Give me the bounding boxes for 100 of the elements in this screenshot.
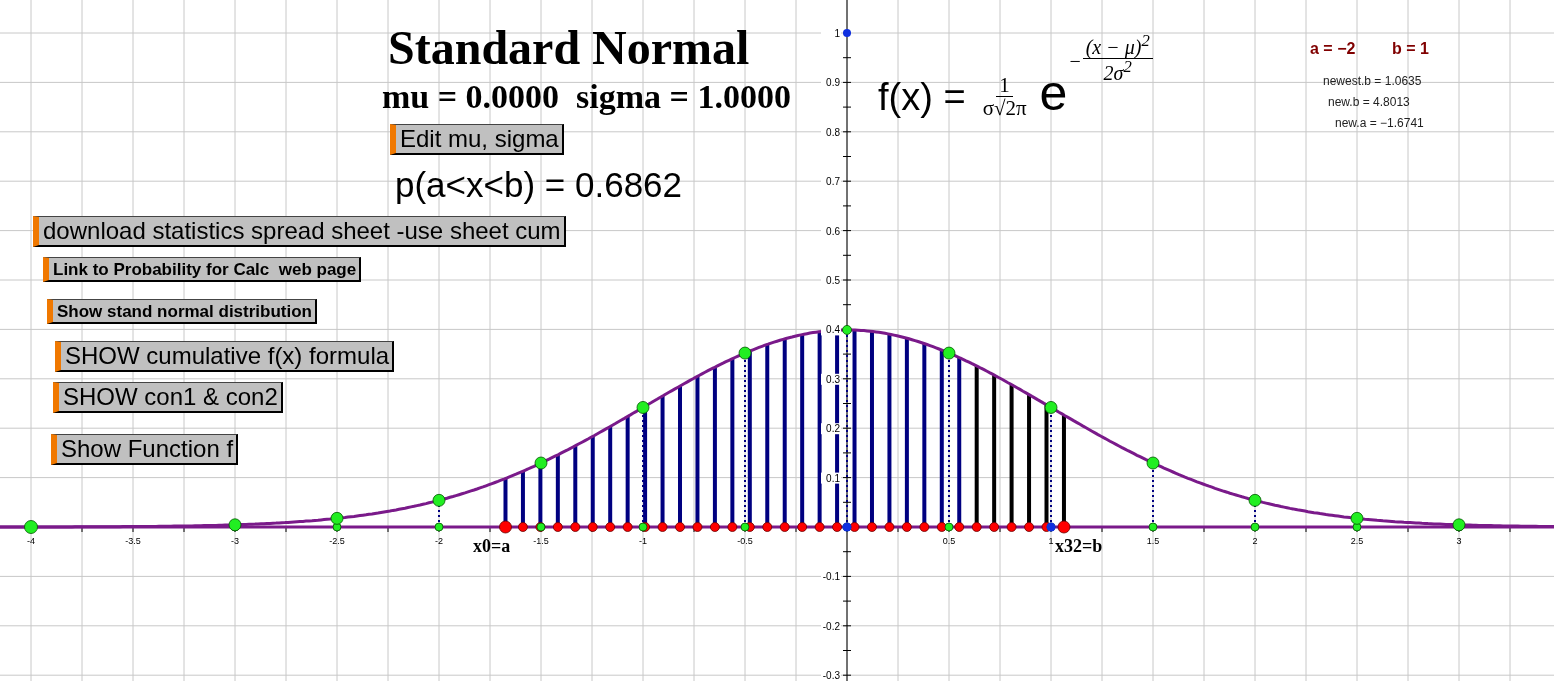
axis-point — [936, 522, 947, 532]
curve-point — [1146, 456, 1160, 470]
curve-point — [1350, 511, 1364, 525]
axis-point — [552, 522, 563, 532]
axis-label: -0.5 — [737, 536, 753, 546]
axis-point — [954, 522, 965, 532]
axis-label: 0.1 — [821, 472, 841, 484]
axis-point — [919, 522, 930, 532]
value-label: newest.b = 1.0635 — [1323, 74, 1422, 88]
curve-point — [432, 493, 446, 507]
axis-point — [638, 522, 648, 532]
axis-point — [797, 522, 808, 532]
axis-point — [1006, 522, 1017, 532]
exponent-numerator: (x − μ)$^{2}$ — [1082, 32, 1153, 59]
axis-point — [692, 522, 703, 532]
action-button[interactable]: Show stand normal distribution — [47, 299, 317, 324]
axis-point — [675, 522, 685, 532]
axis-point — [843, 29, 851, 37]
value-label: new.b = 4.8013 — [1328, 95, 1410, 109]
parameters-text: mu = 0.0000 sigma = 1.0000 — [382, 78, 791, 116]
axis-point — [884, 522, 895, 532]
curve-point — [330, 511, 344, 525]
axis-label: 0.2 — [821, 423, 841, 435]
exponent-sign: − — [1069, 50, 1081, 73]
curve-point — [1044, 401, 1058, 414]
axis-point — [971, 522, 982, 532]
formula-numerator: 1 — [996, 74, 1013, 98]
curve-point — [942, 346, 956, 360]
axis-point — [518, 522, 528, 532]
axis-point — [622, 522, 633, 532]
curve-point — [636, 401, 650, 414]
axis-point — [536, 522, 546, 532]
edit-button[interactable]: Edit mu, sigma — [390, 124, 564, 155]
bound-label: b = 1 — [1392, 40, 1429, 58]
bound-label: a = −2 — [1310, 40, 1356, 58]
curve-point — [1248, 493, 1262, 507]
action-button[interactable]: SHOW cumulative f(x) formula — [55, 341, 395, 372]
axis-label: -3.5 — [125, 536, 141, 546]
exponent-denominator: 2σ$^{2}$ — [1102, 58, 1132, 85]
axis-label: -2.5 — [329, 536, 345, 546]
action-button[interactable]: Show Function f — [51, 434, 239, 465]
axis-label: 1 — [1048, 536, 1054, 546]
axis-point — [434, 522, 444, 532]
axis-point — [814, 522, 825, 532]
axis-label: -2 — [435, 536, 443, 546]
curve-point — [1452, 518, 1466, 532]
axis-point — [849, 522, 860, 532]
axis-point — [989, 522, 1000, 532]
axis-label: 0.4 — [821, 324, 841, 336]
axis-label: -0.3 — [821, 670, 841, 681]
axis-label: 0.7 — [821, 176, 841, 188]
axis-point — [587, 522, 598, 532]
curve-point — [228, 518, 242, 532]
curve-point — [842, 325, 852, 335]
axis-label: 0.3 — [821, 373, 841, 385]
point-label: x0=a — [473, 536, 511, 557]
axis-point — [740, 522, 750, 532]
point-label: x32=b — [1055, 536, 1103, 557]
action-button[interactable]: Link to Probability for Calc web page — [43, 257, 362, 282]
axis-point — [944, 522, 954, 532]
axis-label: -3 — [231, 536, 239, 546]
axis-point — [570, 522, 581, 532]
axis-point — [332, 522, 342, 532]
axis-point — [762, 522, 773, 532]
axis-label: -4 — [27, 536, 35, 546]
axis-point — [710, 522, 720, 532]
axis-label: 0.6 — [821, 225, 841, 237]
axis-point — [605, 522, 616, 532]
axis-label: 3 — [1456, 536, 1462, 546]
axis-point — [902, 522, 912, 532]
axis-label: 0.5 — [942, 536, 956, 546]
axis-point — [727, 522, 738, 532]
axis-label: 0.8 — [821, 126, 841, 138]
axis-label: 0.5 — [821, 275, 841, 286]
axis-label: -1.5 — [533, 536, 549, 546]
axis-point — [1148, 522, 1158, 532]
curve-point — [534, 456, 548, 470]
value-label: new.a = −1.6741 — [1335, 116, 1424, 130]
axis-point — [1024, 522, 1034, 532]
axis-label: -1 — [639, 536, 647, 546]
axis-label: 1 — [821, 28, 841, 39]
page-title: Standard Normal — [388, 20, 750, 75]
formula-lhs: f(x) = — [878, 76, 966, 119]
axis-label: 0.9 — [821, 77, 841, 89]
axis-point — [832, 522, 842, 532]
axis-label: 2 — [1252, 536, 1258, 546]
action-button[interactable]: download statistics spread sheet -use sheet cum — [33, 216, 566, 247]
axis-point — [24, 520, 38, 534]
axis-point — [1250, 522, 1260, 532]
axis-point — [867, 522, 877, 532]
axis-point — [1057, 520, 1071, 534]
axis-label: -0.2 — [821, 620, 841, 632]
axis-label: 2.5 — [1350, 536, 1364, 546]
curve-point — [738, 346, 752, 360]
action-button[interactable]: SHOW con1 & con2 — [53, 382, 283, 413]
axis-point — [1352, 522, 1362, 532]
probability-text: p(a<x<b) = 0.6862 — [395, 165, 683, 205]
axis-label: 1.5 — [1146, 536, 1160, 546]
axis-point — [499, 520, 512, 534]
formula-denominator: σ√2π — [981, 97, 1028, 120]
